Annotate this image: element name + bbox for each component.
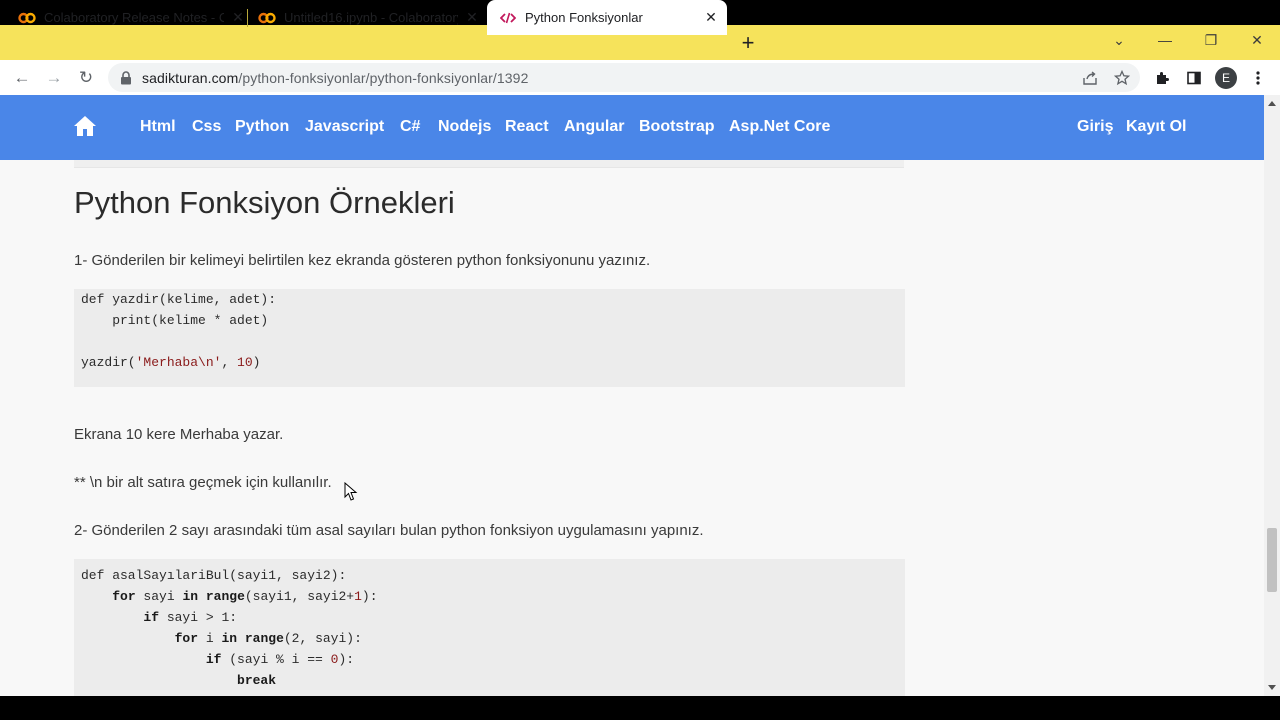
previous-section-card [74,160,904,168]
tab-untitled16[interactable]: Untitled16.ipynb - Colaboratory ✕ [258,0,480,35]
url-host: sadikturan.com [142,69,239,86]
profile-avatar[interactable]: E [1215,67,1237,89]
nav-link-aspnet-core[interactable]: Asp.Net Core [729,118,830,136]
code-block-2: def asalSayılariBul(sayi1, sayi2): for s… [74,559,905,696]
nav-link-nodejs[interactable]: Nodejs [438,118,491,136]
explanation-1: Ekrana 10 kere Merhaba yazar. [74,426,284,443]
home-icon[interactable] [73,115,97,137]
lock-icon [121,70,131,84]
extensions-icon[interactable] [1148,60,1176,95]
colab-icon [18,12,36,24]
mouse-cursor-icon [344,482,358,501]
code-line: break [237,673,277,688]
nav-link-angular[interactable]: Angular [564,118,624,136]
back-button[interactable]: ← [7,60,37,95]
nav-link-csharp[interactable]: C# [400,118,420,136]
site-navbar: Html Css Python Javascript C# Nodejs Rea… [0,95,1264,160]
close-icon[interactable]: ✕ [464,9,480,26]
restore-button[interactable]: ❐ [1191,25,1231,55]
screen: Colaboratory Release Notes - Co ✕ Untitl… [0,0,1280,720]
code-line: for sayi in range(sayi1, sayi2+1): [112,589,378,604]
new-tab-button[interactable]: + [738,25,758,60]
share-icon[interactable] [1076,63,1104,92]
url-text: sadikturan.com/python-fonksiyonlar/pytho… [142,70,528,86]
close-icon[interactable]: ✕ [703,9,719,26]
tab-search-chevron-icon[interactable]: ⌄ [1099,25,1139,55]
question-1: 1- Gönderilen bir kelimeyi belirtilen ke… [74,252,651,269]
address-bar[interactable]: sadikturan.com/python-fonksiyonlar/pytho… [108,63,1140,92]
page-scrollbar[interactable] [1264,95,1280,696]
nav-link-react[interactable]: React [505,118,549,136]
close-icon[interactable]: ✕ [230,9,246,26]
star-icon[interactable] [1108,63,1136,92]
tab-colab-release-notes[interactable]: Colaboratory Release Notes - Co ✕ [18,0,246,35]
code-block-1: def yazdir(kelime, adet): print(kelime *… [74,289,905,387]
sidepanel-icon[interactable] [1180,60,1208,95]
register-link[interactable]: Kayıt Ol [1126,118,1186,136]
tab-title: Python Fonksiyonlar [525,10,643,25]
explanation-2: ** \n bir alt satıra geçmek için kullanı… [74,474,332,491]
browser-toolbar: ← → ↻ sadikturan.com/python-fonksiyonlar… [0,60,1280,95]
code-line: print(kelime * adet) [81,313,269,328]
scrollbar-thumb[interactable] [1267,528,1277,592]
login-link[interactable]: Giriş [1077,118,1113,136]
nav-link-css[interactable]: Css [192,118,221,136]
nav-link-javascript[interactable]: Javascript [305,118,384,136]
tab-title: Colaboratory Release Notes - Co [44,10,224,25]
code-line: def asalSayılariBul(sayi1, sayi2): [81,568,347,583]
reload-button[interactable]: ↻ [71,60,101,95]
code-icon [499,12,517,24]
nav-link-python[interactable]: Python [235,118,289,136]
web-page: Html Css Python Javascript C# Nodejs Rea… [0,95,1264,696]
scroll-up-arrow-icon[interactable] [1268,101,1276,106]
url-path: /python-fonksiyonlar/python-fonksiyonlar… [238,69,529,86]
code-line: def yazdir(kelime, adet): [81,292,277,307]
scroll-down-arrow-icon[interactable] [1268,685,1276,690]
tab-python-fonksiyonlar[interactable]: Python Fonksiyonlar ✕ [487,0,727,35]
tab-title: Untitled16.ipynb - Colaboratory [284,10,458,25]
code-line: if (sayi % i == 0): [205,652,355,667]
colab-icon [258,12,276,24]
window-close-button[interactable]: ✕ [1237,25,1277,55]
code-line: if sayi > 1: [143,610,238,625]
code-line: yazdir('Merhaba\n', 10) [81,355,261,370]
question-2: 2- Gönderilen 2 sayı arasındaki tüm asal… [74,522,704,539]
nav-link-bootstrap[interactable]: Bootstrap [639,118,715,136]
minimize-button[interactable]: — [1145,25,1185,55]
code-line: for i in range(2, sayi): [174,631,362,646]
nav-link-html[interactable]: Html [140,118,176,136]
page-title: Python Fonksiyon Örnekleri [74,185,455,220]
forward-button[interactable]: → [39,60,69,95]
menu-icon[interactable] [1244,60,1272,95]
tab-separator [247,9,248,27]
